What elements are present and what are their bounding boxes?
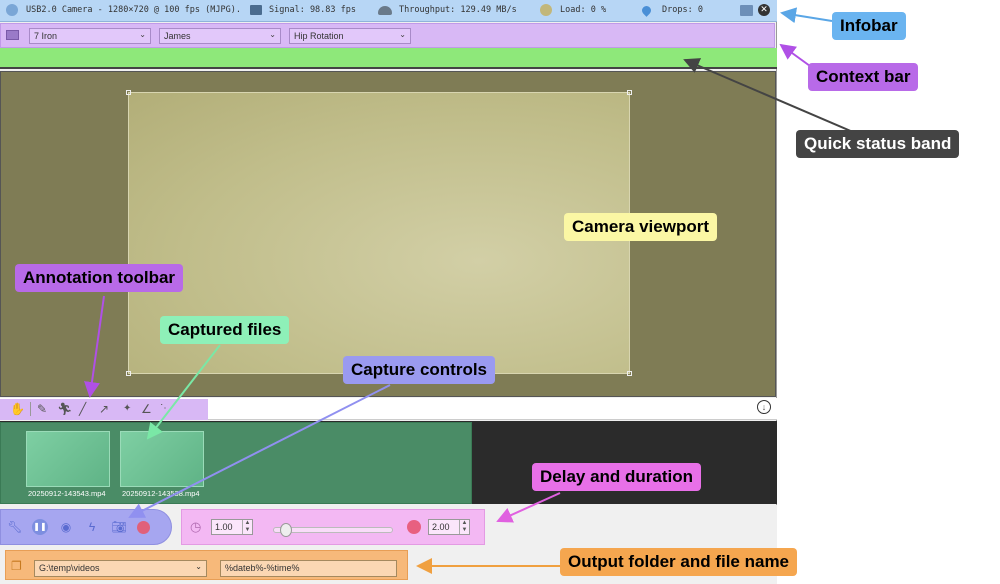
file-name: 20250912-143543.mp4 [28, 489, 106, 498]
resize-handle[interactable] [126, 371, 131, 376]
camera-info: USB2.0 Camera - 1280×720 @ 100 fps (MJPG… [26, 5, 241, 15]
resize-handle[interactable] [627, 371, 632, 376]
signal-text: Signal: 98.83 fps [269, 5, 356, 15]
chevron-down-icon: ⌄ [139, 30, 146, 39]
angle-icon[interactable]: ∠ [141, 401, 152, 417]
club-select[interactable]: 7 Iron ⌄ [29, 28, 151, 44]
output-settings: ❐ G:\temp\videos ⌄ %dateb%-%time% [5, 550, 408, 580]
controls-row: 🔧︎ ❚❚ ◉ ϟ 📷︎ ◷ 1.00 ▲ ▼ 2.00 ▲ ▼ [0, 505, 777, 547]
movement-select[interactable]: Hip Rotation ⌄ [289, 28, 411, 44]
chevron-down-icon: ⌄ [399, 30, 406, 39]
callout-context-bar: Context bar [808, 63, 919, 91]
point-icon[interactable]: ✦ [123, 401, 131, 417]
output-folder-select[interactable]: G:\temp\videos ⌄ [34, 560, 207, 577]
delay-value: 1.00 [215, 522, 233, 532]
file-name-pattern: %dateb%-%time% [225, 563, 300, 573]
slider-knob[interactable] [280, 523, 292, 537]
delay-and-duration: ◷ 1.00 ▲ ▼ 2.00 ▲ ▼ [181, 509, 485, 545]
captured-files-list: 20250912-143543.mp4 20250912-143538.mp4 [0, 422, 472, 504]
callout-camera-viewport: Camera viewport [564, 213, 717, 241]
line-icon[interactable]: ╱ [79, 401, 86, 417]
output-folder: G:\temp\videos [39, 563, 100, 573]
file-name-input[interactable]: %dateb%-%time% [220, 560, 397, 577]
delay-spinner[interactable]: 1.00 ▲ ▼ [211, 519, 253, 535]
load-icon [540, 4, 552, 16]
callout-infobar: Infobar [832, 12, 906, 40]
clock-icon: ◷ [190, 519, 202, 534]
callout-annotation-toolbar: Annotation toolbar [15, 264, 184, 292]
settings-icon[interactable] [6, 4, 18, 16]
callout-delay-duration: Delay and duration [532, 463, 702, 491]
camera-icon[interactable]: 📷︎ [111, 519, 127, 535]
resize-handle[interactable] [627, 90, 632, 95]
duration-value: 2.00 [432, 522, 450, 532]
divider [30, 402, 31, 416]
player-select[interactable]: James ⌄ [159, 28, 281, 44]
drops-icon [640, 4, 653, 17]
callout-captured-files: Captured files [160, 316, 290, 344]
duration-icon [407, 520, 421, 534]
download-icon[interactable]: ↓ [757, 400, 771, 414]
close-icon[interactable]: ✕ [758, 4, 770, 16]
load-text: Load: 0 % [560, 5, 607, 15]
arrow-icon[interactable]: ↗ [99, 401, 109, 417]
chevron-down-icon: ⌄ [269, 30, 276, 39]
context-bar-arrow [779, 43, 811, 67]
spinner-arrows[interactable]: ▲ ▼ [459, 520, 469, 534]
profile-icon [6, 30, 19, 40]
stop-record-icon[interactable] [137, 521, 150, 534]
quick-status-band [0, 48, 777, 69]
callout-quick-status: Quick status band [796, 130, 960, 158]
club-value: 7 Iron [34, 31, 58, 41]
infobar-arrow [780, 7, 833, 24]
hand-icon[interactable]: ✋ [10, 401, 25, 417]
running-icon[interactable]: 🏃︎ [57, 401, 72, 417]
callout-output: Output folder and file name [560, 548, 798, 576]
lightning-icon[interactable]: ϟ [84, 519, 100, 535]
fullscreen-icon[interactable] [740, 5, 753, 16]
more-tools-icon[interactable]: ⋱ [160, 401, 170, 417]
context-bar: 7 Iron ⌄ James ⌄ Hip Rotation ⌄ [0, 23, 775, 48]
infobar: USB2.0 Camera - 1280×720 @ 100 fps (MJPG… [0, 0, 777, 22]
throughput-icon [378, 6, 392, 15]
record-target-icon[interactable]: ◉ [58, 519, 74, 535]
file-thumbnail[interactable] [26, 431, 110, 487]
callout-capture-controls: Capture controls [343, 356, 496, 384]
capture-app: USB2.0 Camera - 1280×720 @ 100 fps (MJPG… [0, 0, 777, 584]
file-thumbnail[interactable] [120, 431, 204, 487]
duration-spinner[interactable]: 2.00 ▲ ▼ [428, 519, 470, 535]
spinner-arrows[interactable]: ▲ ▼ [242, 520, 252, 534]
delay-slider[interactable] [273, 523, 393, 537]
pause-icon[interactable]: ❚❚ [32, 519, 48, 535]
wrench-icon[interactable]: 🔧︎ [7, 519, 23, 535]
file-name: 20250912-143538.mp4 [122, 489, 200, 498]
drops-text: Drops: 0 [662, 5, 703, 15]
signal-icon [250, 5, 262, 15]
capture-controls: 🔧︎ ❚❚ ◉ ϟ 📷︎ [0, 509, 172, 545]
resize-handle[interactable] [126, 90, 131, 95]
movement-value: Hip Rotation [294, 31, 344, 41]
pencil-icon[interactable]: ✎ [37, 401, 47, 417]
player-value: James [164, 31, 191, 41]
throughput-text: Throughput: 129.49 MB/s [399, 5, 517, 15]
chevron-down-icon: ⌄ [195, 562, 202, 571]
folder-icon[interactable]: ❐ [11, 559, 22, 573]
annotation-toolbar: ✋ ✎ 🏃︎ ╱ ↗ ✦ ∠ ⋱ ↓ [0, 398, 777, 420]
